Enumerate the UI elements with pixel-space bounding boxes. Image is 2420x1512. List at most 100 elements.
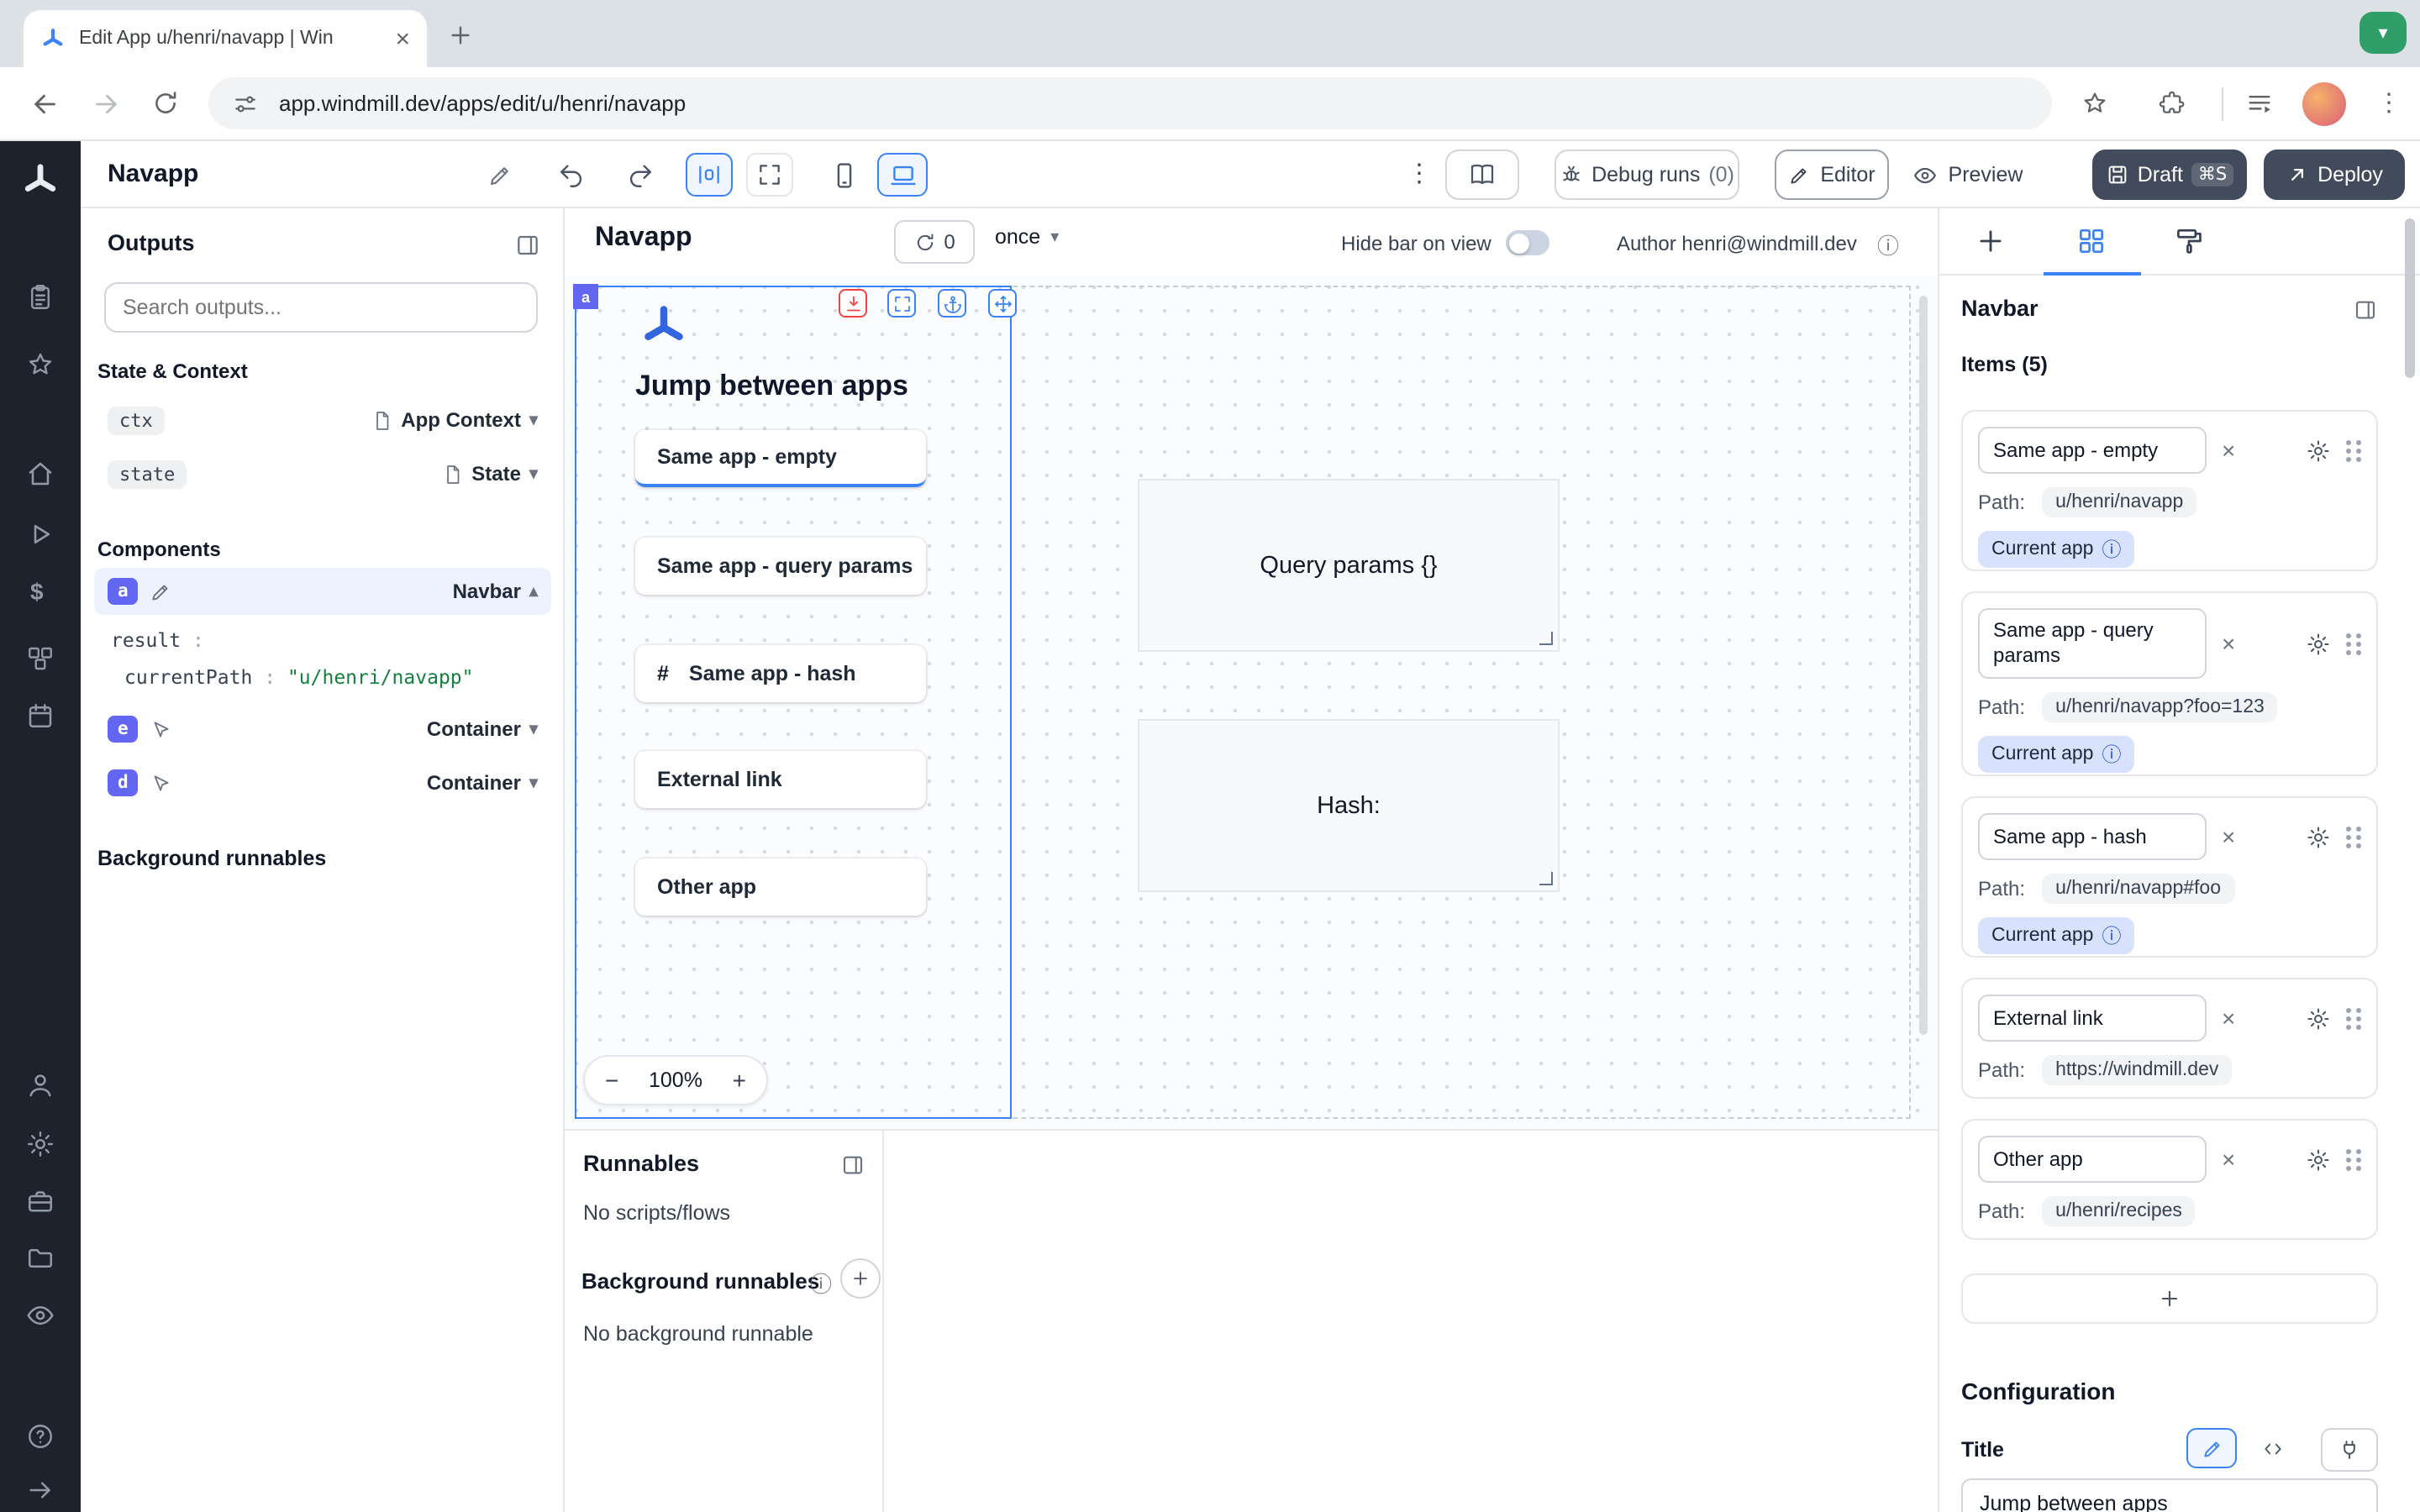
canvas-scrollbar[interactable] [1919,296,1928,1035]
remove-item-icon[interactable]: × [2222,438,2235,462]
item-path-value[interactable]: u/henri/navapp#foo [2042,874,2234,904]
drag-handle[interactable] [2346,1148,2361,1170]
fullscreen-button[interactable] [746,153,793,197]
runnables-panel-icon[interactable] [840,1152,865,1178]
app-canvas[interactable]: a Jump between apps Same app - empty Sam… [565,276,1938,1129]
chevron-down-icon[interactable]: ▾ [529,720,538,738]
workers-icon[interactable] [25,1186,55,1216]
forward-icon[interactable] [91,89,121,119]
page-scrollbar[interactable] [2405,218,2415,378]
badge-info-icon[interactable]: ⓘ [2102,922,2121,949]
search-outputs-input[interactable] [104,282,538,333]
favorites-star-icon[interactable] [25,349,55,380]
workspace-icon[interactable] [25,282,55,312]
windmill-logo[interactable] [20,161,60,202]
title-code-mode-button[interactable] [2247,1428,2297,1468]
drag-handle[interactable] [2346,826,2361,848]
ctx-row[interactable]: ctx App Context ▾ [94,396,551,444]
item-label-input[interactable]: Same app - empty [1978,427,2207,474]
drag-handle[interactable] [2346,1007,2361,1029]
new-tab-icon[interactable] [447,22,474,49]
badge-info-icon[interactable]: ⓘ [2102,741,2121,768]
redo-icon[interactable] [625,161,654,190]
add-background-runnable-button[interactable] [840,1258,881,1299]
variables-icon[interactable]: $ [30,578,44,605]
hide-bar-toggle[interactable] [1506,230,1549,255]
users-icon[interactable] [25,1070,55,1100]
recompute-mode-dropdown[interactable]: once ▾ [995,225,1059,249]
extensions-puzzle-icon[interactable] [2158,89,2186,118]
item-path-value[interactable]: u/henri/navapp?foo=123 [2042,692,2278,722]
remove-item-icon[interactable]: × [2222,825,2235,848]
item-label-input[interactable]: Same app - hash [1978,813,2207,860]
fill-height-control[interactable] [839,289,867,318]
editor-tab-button[interactable]: Editor [1775,150,1889,200]
rename-pencil-icon[interactable] [487,163,513,188]
nav-item-other-app[interactable]: Other app [635,858,926,916]
move-control[interactable] [988,289,1017,318]
title-connect-plug-button[interactable] [2321,1428,2378,1472]
item-path-value[interactable]: u/henri/navapp [2042,487,2196,517]
item-settings-gear-icon[interactable] [2306,1147,2331,1172]
item-label-input[interactable]: External link [1978,995,2207,1042]
component-row-container-d[interactable]: d Container ▾ [94,759,551,806]
title-static-mode-button[interactable] [2186,1428,2237,1468]
url-text[interactable]: app.windmill.dev/apps/edit/u/henri/navap… [279,91,686,116]
remove-item-icon[interactable]: × [2222,632,2235,655]
zoom-out-button[interactable]: − [605,1067,618,1094]
item-label-input[interactable]: Other app [1978,1136,2207,1183]
tab-close-icon[interactable]: × [395,26,410,51]
edit-id-pencil-icon[interactable] [150,580,172,602]
audit-eye-icon[interactable] [25,1300,55,1331]
component-settings-tab-icon[interactable] [2075,225,2107,257]
browser-profile-button[interactable]: ▾ [2360,12,2407,54]
item-settings-gear-icon[interactable] [2306,824,2331,849]
remove-item-icon[interactable]: × [2222,1147,2235,1171]
state-row[interactable]: state State ▾ [94,450,551,497]
zoom-in-button[interactable]: + [733,1067,746,1094]
tab-queue-icon[interactable] [2245,89,2274,118]
chevron-down-icon[interactable]: ▾ [529,411,538,429]
item-path-value[interactable]: u/henri/recipes [2042,1196,2196,1226]
remove-item-icon[interactable]: × [2222,1006,2235,1030]
insert-component-tab-icon[interactable] [1975,225,2007,257]
debug-runs-button[interactable]: Debug runs (0) [1555,150,1739,200]
item-path-value[interactable]: https://windmill.dev [2042,1055,2232,1085]
chevron-down-icon[interactable]: ▾ [529,465,538,483]
nav-item-external-link[interactable]: External link [635,751,926,808]
theme-tab-icon[interactable] [2173,225,2205,257]
preview-tab-button[interactable]: Preview [1902,150,2033,200]
bookmark-star-icon[interactable] [2081,89,2109,118]
refresh-icon[interactable] [913,231,935,253]
nav-item-same-app-hash[interactable]: # Same app - hash [635,645,926,702]
chevron-up-icon[interactable]: ▴ [529,582,538,601]
header-menu-icon[interactable]: ⋮ [1407,158,1432,188]
help-icon[interactable] [25,1421,55,1452]
expand-control[interactable] [887,289,916,318]
undo-icon[interactable] [558,161,587,190]
home-icon[interactable] [25,459,55,489]
runs-icon[interactable] [25,519,55,549]
selected-component-outline[interactable] [575,286,1012,1119]
browser-tab[interactable]: Edit App u/henri/navapp | Win × [24,10,427,67]
site-settings-icon[interactable] [232,90,259,117]
item-settings-gear-icon[interactable] [2306,438,2331,463]
component-row-container-e[interactable]: e Container ▾ [94,706,551,753]
item-settings-gear-icon[interactable] [2306,1005,2331,1031]
resources-icon[interactable] [25,643,55,674]
add-item-button[interactable] [1961,1273,2378,1324]
component-row-navbar[interactable]: a Navbar ▴ [94,568,551,615]
badge-info-icon[interactable]: ⓘ [2102,536,2121,563]
desktop-view-button[interactable] [877,153,928,197]
drag-handle[interactable] [2346,439,2361,461]
collapse-sidebar-icon[interactable] [25,1475,55,1505]
layout-centered-button[interactable] [686,153,733,197]
anchor-control[interactable] [938,289,966,318]
draft-button[interactable]: Draft ⌘S [2092,150,2247,200]
background-runnables-info-icon[interactable]: ⓘ [810,1267,832,1299]
url-bar[interactable]: app.windmill.dev/apps/edit/u/henri/navap… [208,77,2052,129]
folders-icon[interactable] [25,1243,55,1273]
refresh-count-button[interactable]: 0 [894,220,975,264]
back-icon[interactable] [30,89,60,119]
settings-gear-icon[interactable] [25,1129,55,1159]
